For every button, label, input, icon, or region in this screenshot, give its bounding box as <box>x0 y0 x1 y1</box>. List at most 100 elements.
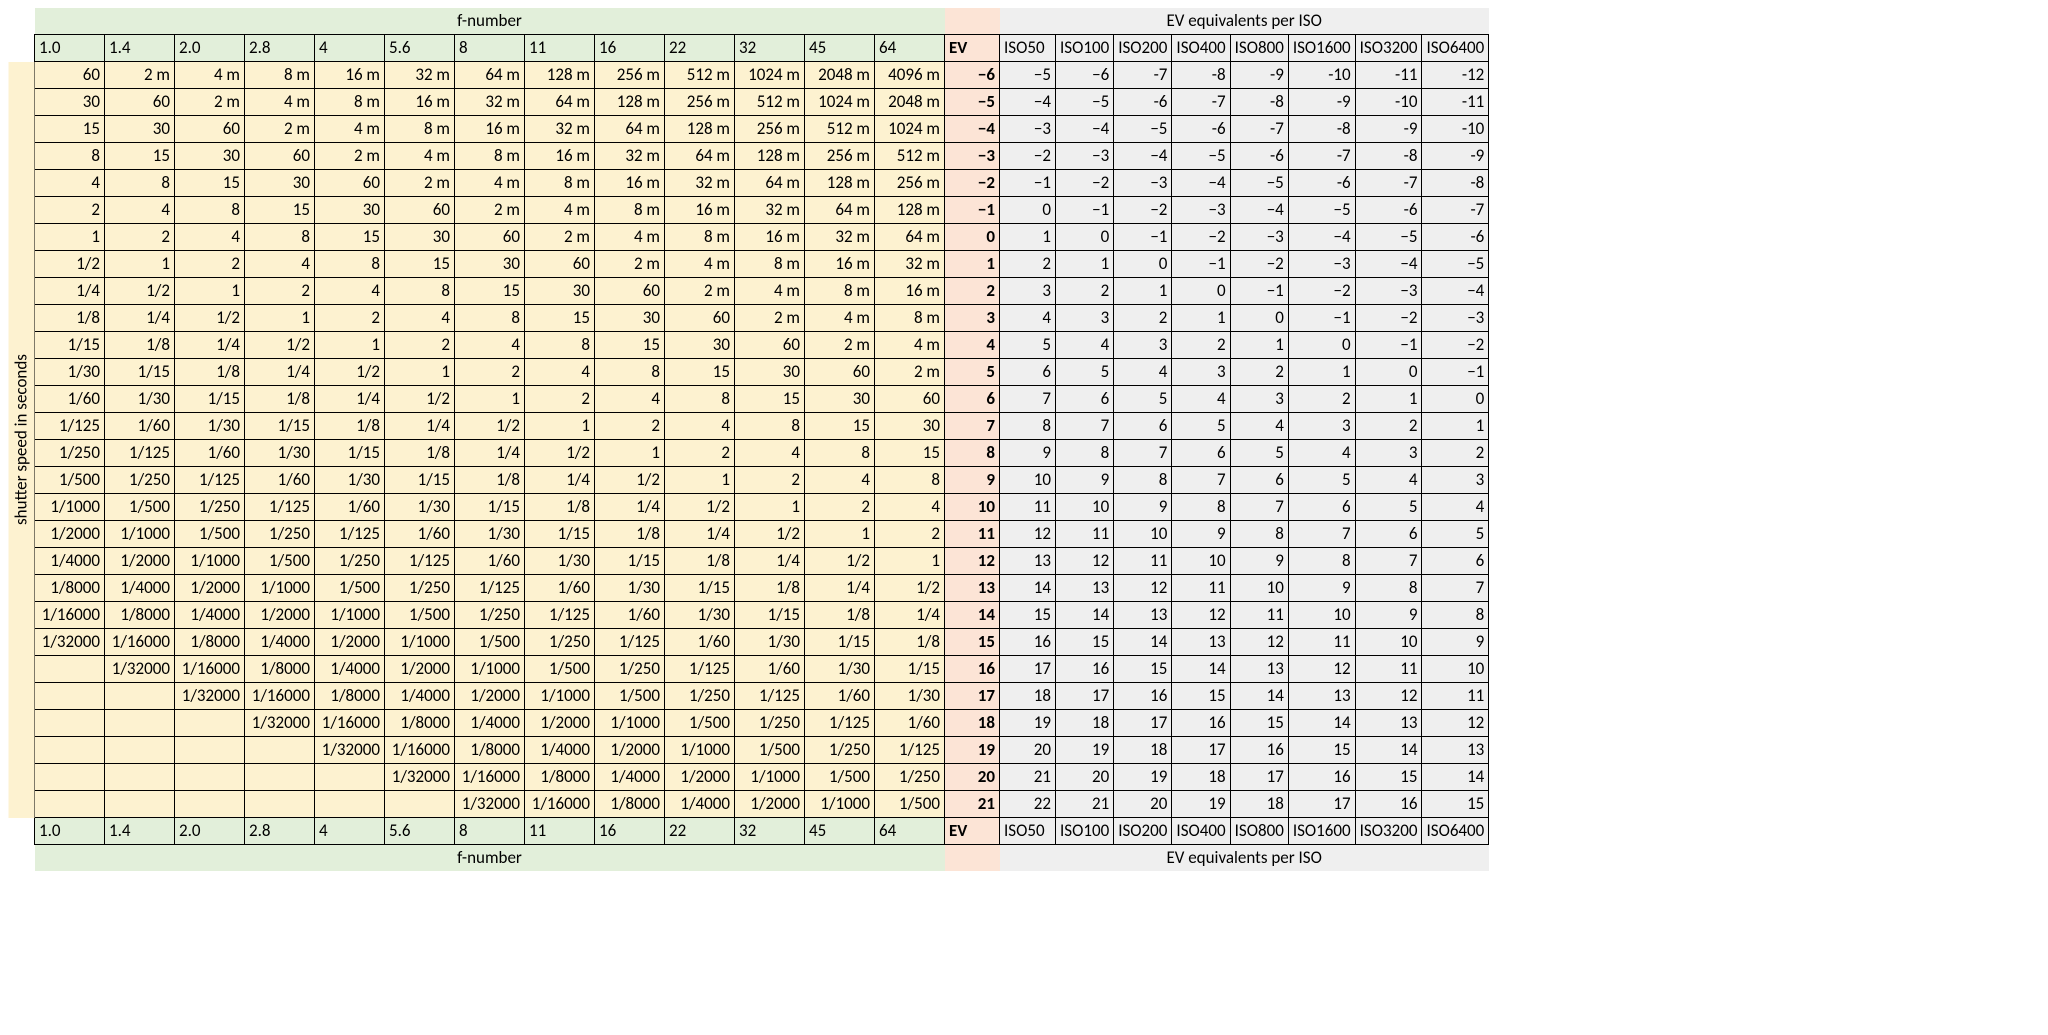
shutter-cell: 1/60 <box>595 602 665 629</box>
shutter-cell: 8 m <box>455 143 525 170</box>
iso-ev-cell: -8 <box>1288 116 1355 143</box>
shutter-cell: 2 m <box>805 332 875 359</box>
iso-ev-cell: −4 <box>1422 278 1489 305</box>
footer-col-fnumber: 8 <box>455 818 525 845</box>
shutter-cell: 2 <box>455 359 525 386</box>
iso-ev-cell: 7 <box>1288 521 1355 548</box>
iso-ev-cell: 10 <box>1355 629 1422 656</box>
iso-ev-cell: 21 <box>1000 764 1056 791</box>
shutter-cell: 4 m <box>385 143 455 170</box>
shutter-cell: 1/2000 <box>175 575 245 602</box>
col-header-fnumber: 2.0 <box>175 35 245 62</box>
iso-ev-cell: 10 <box>1288 602 1355 629</box>
iso-ev-cell: 6 <box>1056 386 1114 413</box>
shutter-cell: 1/32000 <box>245 710 315 737</box>
shutter-cell: 60 <box>595 278 665 305</box>
shutter-cell: 8 <box>385 278 455 305</box>
iso-ev-cell: 5 <box>1288 467 1355 494</box>
shutter-cell: 128 m <box>595 89 665 116</box>
iso-ev-cell: 1 <box>1172 305 1230 332</box>
iso-ev-cell: −5 <box>1114 116 1172 143</box>
ev-cell: 6 <box>945 386 1000 413</box>
iso-ev-cell: 13 <box>1172 629 1230 656</box>
iso-ev-cell: −4 <box>1355 251 1422 278</box>
iso-ev-cell: 9 <box>1230 548 1288 575</box>
iso-ev-cell: 5 <box>1172 413 1230 440</box>
shutter-cell <box>245 791 315 818</box>
footer-col-fnumber: 2.8 <box>245 818 315 845</box>
shutter-cell: 8 <box>175 197 245 224</box>
shutter-cell: 1/16000 <box>525 791 595 818</box>
shutter-cell: 1/8 <box>525 494 595 521</box>
iso-ev-cell: −4 <box>1230 197 1288 224</box>
footer-col-fnumber: 11 <box>525 818 595 845</box>
shutter-cell: 30 <box>805 386 875 413</box>
shutter-cell: 16 m <box>665 197 735 224</box>
shutter-cell: 64 m <box>595 116 665 143</box>
shutter-cell: 1/15 <box>175 386 245 413</box>
shutter-cell: 1 <box>35 224 105 251</box>
shutter-cell: 1/16000 <box>175 656 245 683</box>
shutter-cell: 1/32000 <box>455 791 525 818</box>
shutter-cell: 1/2 <box>525 440 595 467</box>
shutter-cell: 8 <box>665 386 735 413</box>
shutter-cell: 256 m <box>875 170 945 197</box>
ev-cell: 7 <box>945 413 1000 440</box>
iso-ev-cell: 5 <box>1422 521 1489 548</box>
footer-col-fnumber: 64 <box>875 818 945 845</box>
iso-ev-cell: -9 <box>1355 116 1422 143</box>
shutter-cell: 1/8 <box>315 413 385 440</box>
shutter-cell: 64 m <box>735 170 805 197</box>
shutter-cell: 8 m <box>805 278 875 305</box>
iso-ev-cell: 15 <box>1230 710 1288 737</box>
shutter-cell: 4 m <box>875 332 945 359</box>
ev-cell: 19 <box>945 737 1000 764</box>
iso-ev-cell: -7 <box>1288 143 1355 170</box>
shutter-cell: 128 m <box>525 62 595 89</box>
ev-cell: −3 <box>945 143 1000 170</box>
shutter-cell: 4 <box>175 224 245 251</box>
iso-ev-cell: 2 <box>1422 440 1489 467</box>
shutter-cell: 2 <box>175 251 245 278</box>
shutter-cell: 60 <box>245 143 315 170</box>
shutter-cell: 15 <box>175 170 245 197</box>
shutter-cell: 1/15 <box>525 521 595 548</box>
iso-ev-cell: 3 <box>1056 305 1114 332</box>
shutter-cell: 4 <box>735 440 805 467</box>
iso-ev-cell: −5 <box>1000 62 1056 89</box>
col-header-ev: EV <box>945 35 1000 62</box>
shutter-cell: 128 m <box>665 116 735 143</box>
shutter-cell: 4 m <box>595 224 665 251</box>
shutter-cell: 1/16000 <box>315 710 385 737</box>
shutter-cell: 1/2 <box>805 548 875 575</box>
iso-ev-cell: −1 <box>1422 359 1489 386</box>
col-header-fnumber: 4 <box>315 35 385 62</box>
iso-ev-cell: −1 <box>1114 224 1172 251</box>
iso-ev-cell: 18 <box>1056 710 1114 737</box>
iso-ev-cell: 11 <box>1422 683 1489 710</box>
iso-ev-cell: 12 <box>1422 710 1489 737</box>
shutter-cell: 1/15 <box>595 548 665 575</box>
iso-ev-cell: 13 <box>1288 683 1355 710</box>
iso-ev-cell: 11 <box>1114 548 1172 575</box>
shutter-cell: 1/8000 <box>105 602 175 629</box>
shutter-cell: 30 <box>735 359 805 386</box>
iso-ev-cell: −2 <box>1288 278 1355 305</box>
shutter-cell: 1/30 <box>105 386 175 413</box>
iso-ev-cell: 20 <box>1056 764 1114 791</box>
iso-ev-cell: -7 <box>1355 170 1422 197</box>
shutter-cell: 1/60 <box>875 710 945 737</box>
shutter-cell: 1/15 <box>315 440 385 467</box>
shutter-cell: 1/250 <box>525 629 595 656</box>
shutter-cell: 64 m <box>525 89 595 116</box>
shutter-cell <box>105 791 175 818</box>
footer-col-fnumber: 32 <box>735 818 805 845</box>
shutter-cell: 1/30 <box>455 521 525 548</box>
shutter-cell: 15 <box>385 251 455 278</box>
shutter-cell: 16 m <box>805 251 875 278</box>
shutter-cell: 64 m <box>805 197 875 224</box>
shutter-cell: 1/30 <box>665 602 735 629</box>
shutter-cell: 2 <box>35 197 105 224</box>
shutter-cell: 1/4000 <box>315 656 385 683</box>
shutter-cell: 1/1000 <box>665 737 735 764</box>
